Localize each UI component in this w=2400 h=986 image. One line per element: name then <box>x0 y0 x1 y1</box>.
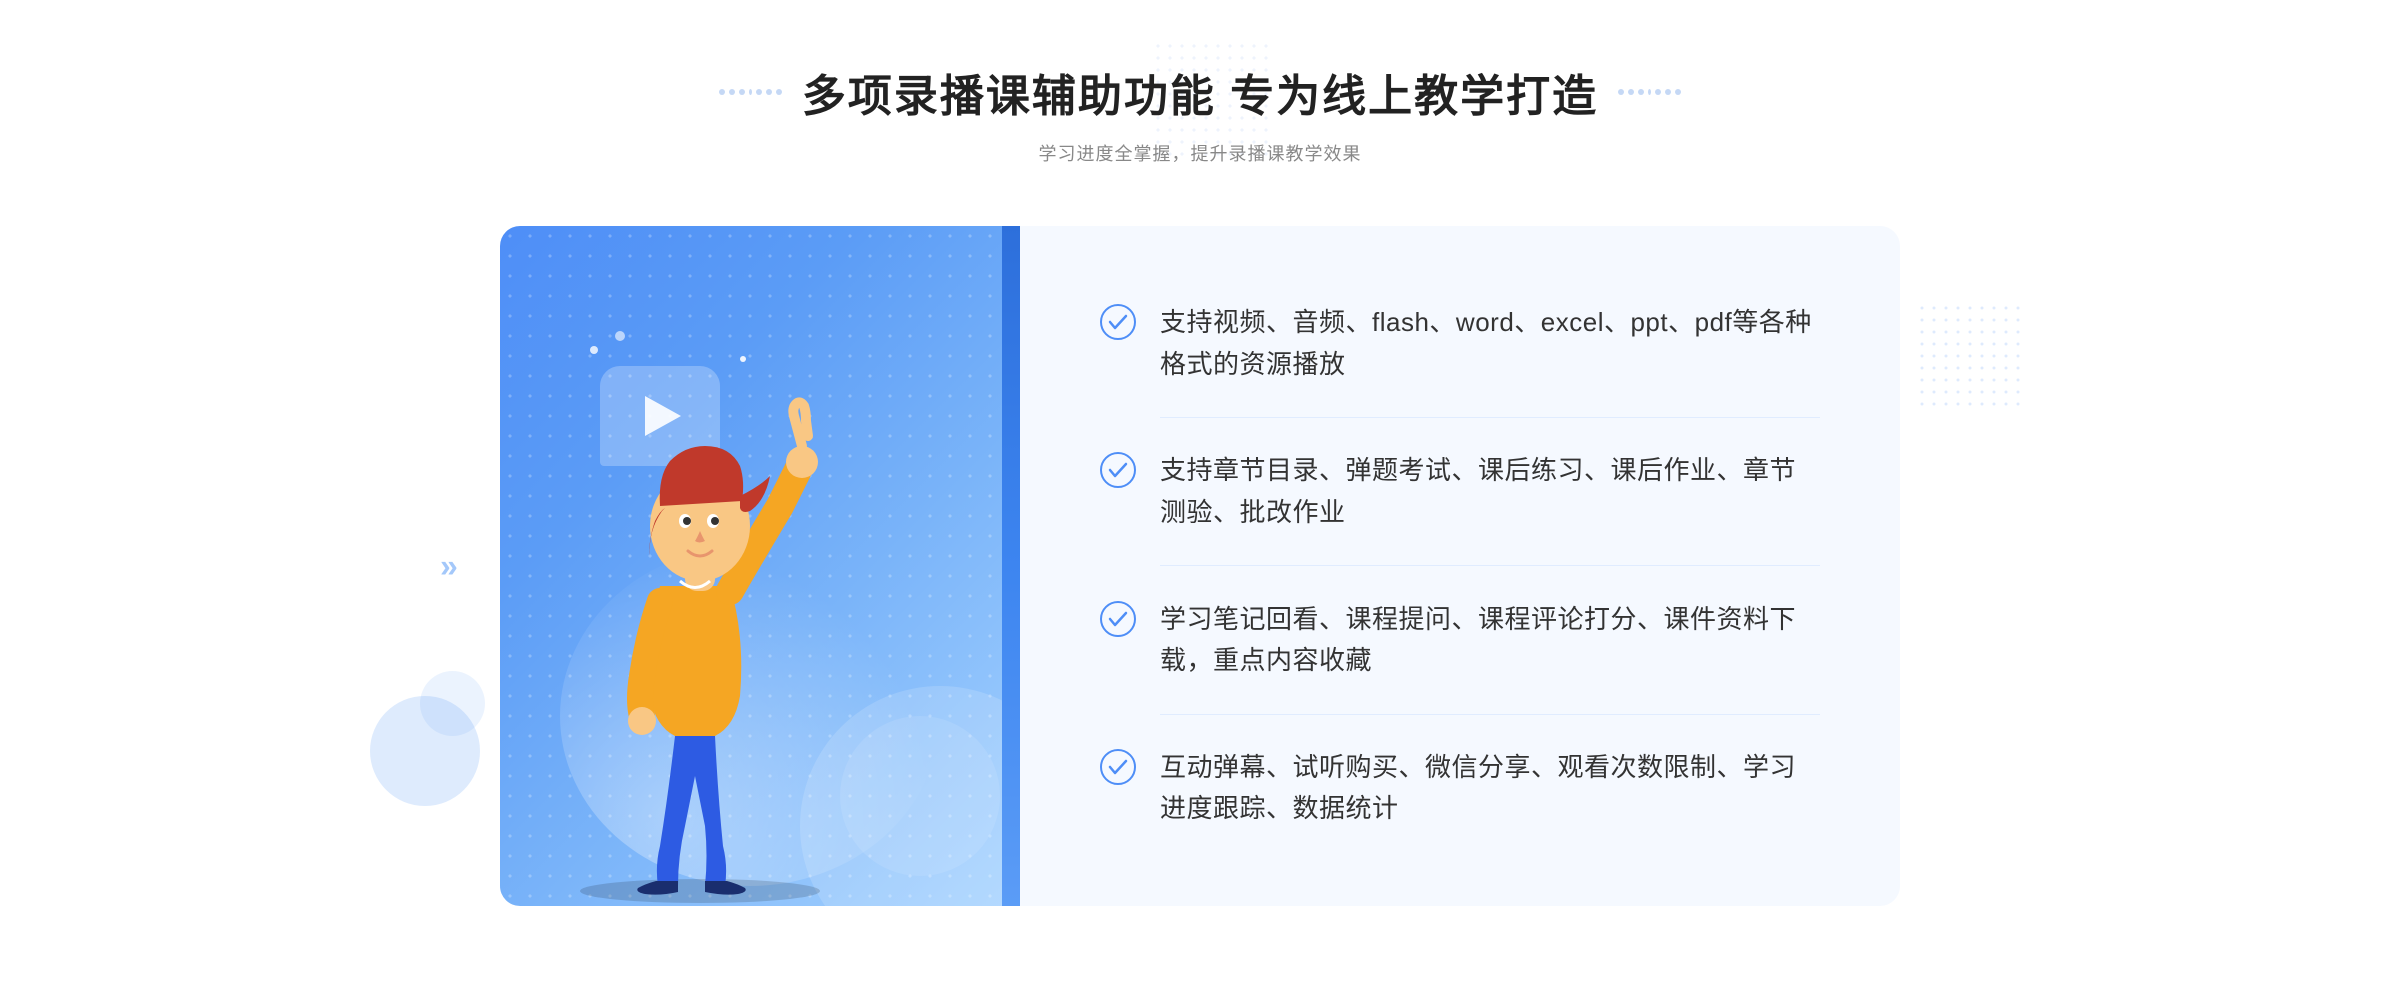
person-illustration <box>530 346 870 906</box>
grid-deco-right <box>1920 306 2020 411</box>
rdot-spacer <box>1648 89 1651 95</box>
dot-4 <box>756 89 762 95</box>
title-dots-left <box>719 89 782 95</box>
left-illustration-panel <box>500 226 1020 906</box>
dot-spacer <box>749 89 752 95</box>
dot-2 <box>729 89 735 95</box>
rdot-4 <box>1655 89 1661 95</box>
dot-3 <box>739 89 745 95</box>
feature-divider-2 <box>1160 565 1820 566</box>
header-section: 多项录播课辅助功能 专为线上教学打造 学习进度全掌握，提升录播课教学效果 <box>719 60 1681 166</box>
feature-item-2: 支持章节目录、弹题考试、课后练习、课后作业、章节测验、批改作业 <box>1100 430 1820 553</box>
feature-text-3: 学习笔记回看、课程提问、课程评论打分、课件资料下载，重点内容收藏 <box>1160 599 1820 682</box>
rdot-3 <box>1638 89 1644 95</box>
outside-circle-small <box>420 671 485 736</box>
rdot-5 <box>1665 89 1671 95</box>
feature-divider-1 <box>1160 417 1820 418</box>
rdot-1 <box>1618 89 1624 95</box>
check-icon-4 <box>1100 749 1136 785</box>
title-dots-right <box>1618 89 1681 95</box>
main-title: 多项录播课辅助功能 专为线上教学打造 <box>802 60 1598 124</box>
dot-1 <box>719 89 725 95</box>
title-row: 多项录播课辅助功能 专为线上教学打造 <box>719 60 1681 124</box>
feature-text-4: 互动弹幕、试听购买、微信分享、观看次数限制、学习进度跟踪、数据统计 <box>1160 747 1820 830</box>
rdot-6 <box>1675 89 1681 95</box>
check-icon-1 <box>1100 304 1136 340</box>
content-section: » <box>500 226 1900 906</box>
features-panel: 支持视频、音频、flash、word、excel、ppt、pdf等各种格式的资源… <box>1020 226 1900 906</box>
feature-text-2: 支持章节目录、弹题考试、课后练习、课后作业、章节测验、批改作业 <box>1160 450 1820 533</box>
feature-text-1: 支持视频、音频、flash、word、excel、ppt、pdf等各种格式的资源… <box>1160 302 1820 385</box>
check-icon-3 <box>1100 601 1136 637</box>
dot-6 <box>776 89 782 95</box>
dot-5 <box>766 89 772 95</box>
blue-vertical-bar <box>1002 226 1020 906</box>
page-container: 多项录播课辅助功能 专为线上教学打造 学习进度全掌握，提升录播课教学效果 » <box>0 0 2400 986</box>
sub-title: 学习进度全掌握，提升录播课教学效果 <box>719 140 1681 166</box>
feature-item-3: 学习笔记回看、课程提问、课程评论打分、课件资料下载，重点内容收藏 <box>1100 579 1820 702</box>
feature-item-4: 互动弹幕、试听购买、微信分享、观看次数限制、学习进度跟踪、数据统计 <box>1100 727 1820 850</box>
rdot-2 <box>1628 89 1634 95</box>
check-icon-2 <box>1100 452 1136 488</box>
left-arrows-deco: » <box>440 548 458 585</box>
feature-divider-3 <box>1160 714 1820 715</box>
feature-item-1: 支持视频、音频、flash、word、excel、ppt、pdf等各种格式的资源… <box>1100 282 1820 405</box>
sparkle-2 <box>615 331 625 341</box>
